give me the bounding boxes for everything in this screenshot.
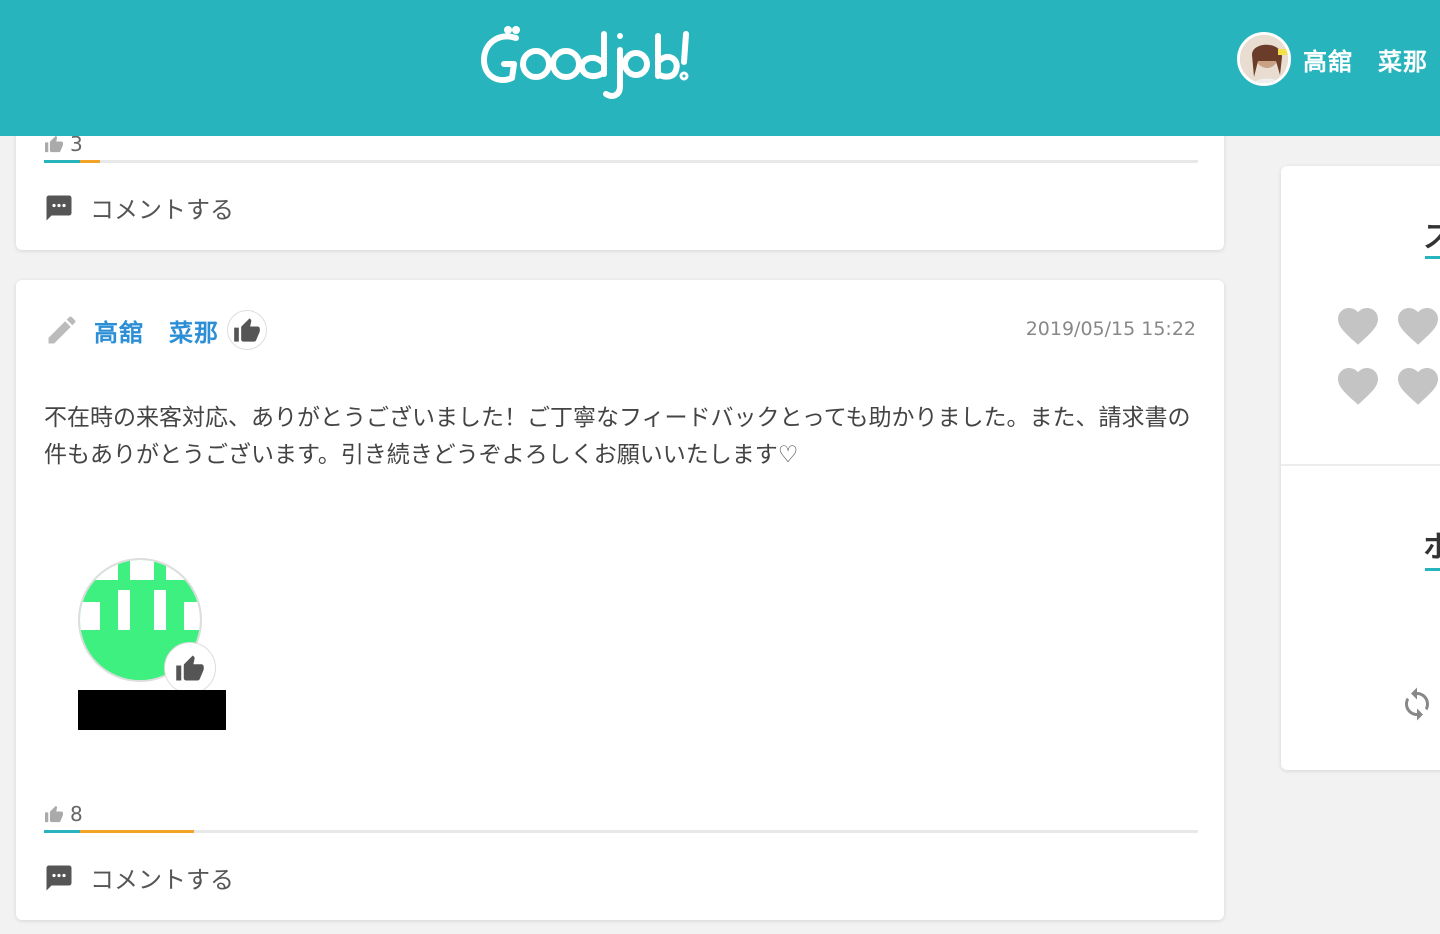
title-underline — [1425, 256, 1440, 259]
like-count: 8 — [70, 802, 83, 826]
sidebar-section-title: ス — [1423, 220, 1440, 255]
like-progress-bar — [44, 830, 1198, 833]
like-count-row[interactable]: 8 — [44, 802, 83, 826]
post-header: 高舘 菜那 — [44, 310, 267, 350]
comment-icon — [46, 865, 72, 890]
thumbs-up-icon — [176, 655, 204, 681]
refresh-icon[interactable] — [1399, 684, 1435, 724]
comment-label: コメントする — [90, 866, 234, 894]
comment-button[interactable]: コメントする — [44, 190, 234, 225]
redacted-recipient-name — [78, 690, 226, 730]
recipient-like-button[interactable] — [164, 642, 216, 694]
post-body: 不在時の来客対応、ありがとうございました！ご丁寧なフィードバックとっても助かりま… — [44, 405, 1191, 468]
post-author-link[interactable]: 高舘 菜那 — [94, 313, 219, 348]
thumbs-up-icon — [45, 135, 63, 153]
pencil-icon — [48, 316, 76, 344]
top-header: 高舘 菜那 — [0, 0, 1440, 136]
author-like-button[interactable] — [227, 310, 267, 350]
goodjob-logo[interactable] — [478, 22, 692, 102]
title-underline — [1425, 568, 1440, 571]
post-card: 高舘 菜那 2019/05/15 15:22 不在時の来客対応、ありがとうござい… — [16, 280, 1224, 920]
thumbs-up-icon — [234, 318, 260, 342]
comment-label: コメントする — [90, 196, 234, 224]
comment-icon — [46, 195, 72, 220]
user-avatar[interactable] — [1237, 32, 1291, 86]
like-progress-bar — [44, 160, 1198, 163]
sidebar-divider — [1281, 464, 1440, 466]
progress-fill-orange — [80, 160, 100, 163]
post-date: 2019/05/15 15:22 — [1025, 318, 1196, 340]
thumbs-up-icon — [45, 805, 63, 823]
heart-icon[interactable] — [1333, 302, 1383, 346]
progress-fill-teal — [44, 160, 80, 163]
heart-icon[interactable] — [1333, 362, 1383, 406]
progress-fill-orange — [80, 830, 194, 833]
heart-icon[interactable] — [1393, 362, 1440, 406]
user-menu[interactable]: 高舘 菜那 — [1237, 32, 1428, 86]
user-name[interactable]: 高舘 菜那 — [1303, 42, 1428, 77]
right-sidebar: ス ホ — [1281, 166, 1440, 770]
progress-fill-teal — [44, 830, 80, 833]
heart-icon[interactable] — [1393, 302, 1440, 346]
sidebar-section-title: ホ — [1423, 530, 1440, 565]
comment-button[interactable]: コメントする — [44, 860, 234, 895]
